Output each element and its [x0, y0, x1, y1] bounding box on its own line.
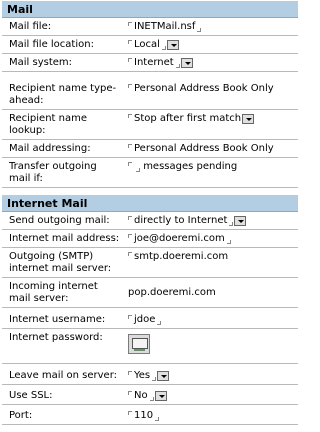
- field-mail-addressing[interactable]: Personal Address Book Only: [120, 140, 298, 157]
- row-mail-system: Mail system: Internet: [2, 54, 298, 72]
- row-internet-address: Internet mail address: joe@doeremi.com: [2, 230, 298, 248]
- field-bracket-icon: [128, 216, 132, 220]
- label-mail-file: Mail file:: [9, 21, 52, 32]
- field-bracket-icon: [128, 22, 132, 26]
- value-text: No: [134, 390, 148, 401]
- label-port: Port:: [9, 410, 33, 421]
- label-internet-username: Internet username:: [9, 314, 106, 325]
- field-mail-file[interactable]: INETMail.nsf: [120, 18, 298, 35]
- field-bracket-icon: [128, 391, 132, 395]
- dropdown-arrow-icon[interactable]: [154, 391, 167, 401]
- row-mail-addressing: Mail addressing: Personal Address Book O…: [2, 140, 298, 158]
- password-key-icon[interactable]: [128, 334, 150, 354]
- value-text: Internet: [134, 57, 174, 68]
- field-bracket-icon: [229, 222, 234, 226]
- field-incoming-server[interactable]: pop.doeremi.com: [120, 278, 298, 301]
- label-recipient-typeahead: Recipient name type-ahead:: [9, 83, 117, 106]
- row-incoming-server: Incoming internet mail server: pop.doere…: [2, 278, 298, 308]
- value-text: Local: [134, 39, 160, 50]
- field-bracket-icon: [197, 28, 202, 32]
- row-mail-file-location: Mail file location: Local: [2, 36, 298, 54]
- dropdown-arrow-icon[interactable]: [242, 114, 255, 124]
- field-bracket-icon: [128, 234, 132, 238]
- field-bracket-icon: [149, 397, 154, 401]
- value-text: 110: [134, 410, 154, 421]
- row-smtp-server: Outgoing (SMTP) internet mail server: sm…: [2, 248, 298, 278]
- field-port[interactable]: 110: [120, 405, 298, 424]
- field-internet-address[interactable]: joe@doeremi.com: [120, 230, 298, 247]
- label-smtp-server: Outgoing (SMTP) internet mail server:: [9, 251, 112, 274]
- value-text: smtp.doeremi.com: [134, 251, 229, 262]
- field-internet-username[interactable]: jdoe: [120, 308, 298, 328]
- value-text: Personal Address Book Only: [134, 143, 274, 154]
- value-text: Yes: [134, 370, 151, 381]
- value-text: messages pending: [143, 161, 238, 172]
- label-recipient-lookup: Recipient name lookup:: [9, 113, 88, 136]
- settings-panel: Mail Mail file: INETMail.nsf Mail file l…: [0, 0, 300, 432]
- value-text: Personal Address Book Only: [134, 83, 274, 94]
- value-text: directly to Internet: [134, 215, 228, 226]
- section-header-mail: Mail: [2, 1, 298, 18]
- field-bracket-icon: [128, 162, 132, 166]
- value-text: Stop after first match: [134, 113, 242, 124]
- field-bracket-icon: [226, 240, 231, 244]
- value-text: pop.doeremi.com: [128, 287, 216, 298]
- field-bracket-icon: [152, 377, 157, 381]
- row-leave-mail: Leave mail on server: Yes: [2, 364, 298, 385]
- field-bracket-icon: [128, 40, 132, 44]
- field-bracket-icon: [136, 168, 140, 172]
- field-mail-system[interactable]: Internet: [120, 54, 298, 71]
- field-transfer-outgoing[interactable]: messages pending: [120, 158, 298, 175]
- field-bracket-icon: [157, 321, 162, 325]
- field-bracket-icon: [128, 114, 132, 118]
- field-bracket-icon: [128, 371, 132, 375]
- dropdown-arrow-icon[interactable]: [234, 216, 247, 226]
- dropdown-arrow-icon[interactable]: [166, 40, 179, 50]
- field-bracket-icon: [161, 46, 166, 50]
- label-use-ssl: Use SSL:: [9, 390, 53, 401]
- value-text: jdoe: [134, 314, 156, 325]
- field-bracket-icon: [128, 84, 132, 88]
- label-mail-addressing: Mail addressing:: [9, 143, 91, 154]
- row-transfer-outgoing: Transfer outgoing mail if: messages pend…: [2, 158, 298, 188]
- field-use-ssl[interactable]: No: [120, 385, 298, 404]
- label-send-outgoing: Send outgoing mail:: [9, 215, 110, 226]
- dropdown-arrow-icon[interactable]: [157, 371, 170, 381]
- row-recipient-typeahead: Recipient name type-ahead: Personal Addr…: [2, 80, 298, 110]
- field-bracket-icon: [175, 64, 180, 68]
- section-header-internet-mail: Internet Mail: [2, 195, 298, 212]
- field-bracket-icon: [128, 252, 132, 256]
- row-use-ssl: Use SSL: No: [2, 385, 298, 405]
- row-mail-file: Mail file: INETMail.nsf: [2, 18, 298, 36]
- field-bracket-icon: [128, 144, 132, 148]
- field-recipient-typeahead[interactable]: Personal Address Book Only: [120, 80, 298, 97]
- value-text: INETMail.nsf: [134, 21, 196, 32]
- label-transfer-outgoing: Transfer outgoing mail if:: [9, 161, 97, 184]
- field-internet-password[interactable]: [120, 329, 298, 356]
- field-leave-mail[interactable]: Yes: [120, 364, 298, 384]
- field-bracket-icon: [128, 315, 132, 319]
- row-send-outgoing: Send outgoing mail: directly to Internet: [2, 212, 298, 230]
- row-internet-password: Internet password:: [2, 329, 298, 364]
- label-mail-file-location: Mail file location:: [9, 39, 94, 50]
- dropdown-arrow-icon[interactable]: [180, 58, 193, 68]
- label-internet-password: Internet password:: [9, 332, 103, 343]
- field-smtp-server[interactable]: smtp.doeremi.com: [120, 248, 298, 265]
- row-port: Port: 110: [2, 405, 298, 425]
- label-incoming-server: Incoming internet mail server:: [9, 281, 98, 304]
- row-internet-username: Internet username: jdoe: [2, 308, 298, 329]
- row-recipient-lookup: Recipient name lookup: Stop after first …: [2, 110, 298, 140]
- label-internet-address: Internet mail address:: [9, 233, 120, 244]
- field-recipient-lookup[interactable]: Stop after first match: [120, 110, 298, 127]
- value-text: joe@doeremi.com: [134, 233, 225, 244]
- field-bracket-icon: [128, 411, 132, 415]
- field-send-outgoing[interactable]: directly to Internet: [120, 212, 298, 229]
- field-bracket-icon: [155, 417, 160, 421]
- field-mail-file-location[interactable]: Local: [120, 36, 298, 53]
- label-leave-mail: Leave mail on server:: [9, 370, 118, 381]
- label-mail-system: Mail system:: [9, 57, 73, 68]
- field-bracket-icon: [128, 58, 132, 62]
